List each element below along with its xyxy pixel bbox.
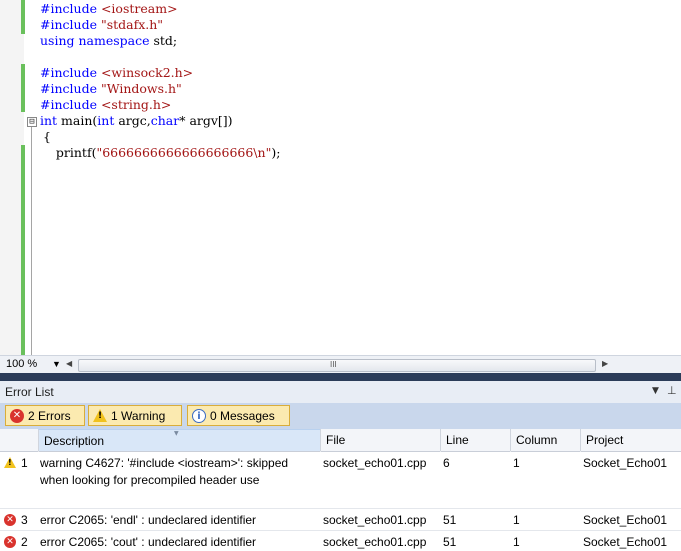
row-project: Socket_Echo01 [583, 513, 668, 527]
code-line[interactable]: int main(int argc,char* argv[]) [40, 113, 233, 129]
row-file: socket_echo01.cpp [323, 456, 427, 470]
code-token: std; [153, 33, 178, 48]
code-token: "stdafx.h" [100, 17, 164, 32]
code-line[interactable]: #include "Windows.h" [40, 81, 182, 97]
code-token: main( [61, 113, 98, 128]
row-file: socket_echo01.cpp [323, 513, 427, 527]
errors-filter-button[interactable]: ✕ 2 Errors [5, 405, 85, 426]
code-token: ); [271, 145, 281, 160]
pin-icon[interactable]: ⊥ [667, 384, 677, 397]
dropdown-arrow-icon: ▼ [52, 359, 61, 369]
info-icon: i [192, 409, 206, 423]
error-icon: ✕ [4, 536, 16, 548]
row-number: 1 [21, 456, 28, 470]
column-header-number[interactable] [0, 429, 38, 451]
row-number: 3 [21, 513, 28, 527]
code-token: * argv[]) [179, 113, 233, 128]
row-number: 2 [21, 535, 28, 549]
code-token: argc, [118, 113, 151, 128]
code-token: #include [40, 65, 101, 80]
row-file: socket_echo01.cpp [323, 535, 427, 549]
code-token: int [97, 113, 119, 128]
horizontal-scrollbar[interactable] [78, 359, 596, 372]
code-token: char [150, 113, 180, 128]
code-token: <string.h> [100, 97, 172, 112]
code-token: using namespace [40, 33, 154, 48]
dropdown-arrow-icon[interactable]: ▼ [652, 386, 659, 396]
code-line[interactable]: #include "stdafx.h" [40, 17, 163, 33]
scrollbar-grip[interactable]: III [330, 361, 337, 369]
row-column: 1 [513, 535, 520, 549]
code-token: printf( [40, 145, 97, 160]
column-header-line[interactable]: Line [440, 429, 510, 451]
code-token: int [40, 113, 62, 128]
errors-filter-label: 2 Errors [28, 409, 71, 423]
code-line[interactable]: printf("6666666666666666666\n"); [40, 145, 281, 161]
row-line: 51 [443, 535, 457, 549]
warning-icon: ! [4, 457, 16, 469]
code-token: "6666666666666666666\n" [96, 145, 272, 160]
warnings-filter-label: 1 Warning [111, 409, 166, 423]
error-list-titlebar: Error List ▼ ⊥ [0, 381, 681, 404]
code-token: { [43, 129, 51, 144]
code-token: #include [40, 1, 101, 16]
scroll-right-arrow-icon[interactable]: ▶ [602, 359, 608, 368]
error-filter-toolbar: ✕ 2 Errors ! 1 Warning i 0 Messages [0, 403, 681, 429]
code-token: "Windows.h" [100, 81, 182, 96]
row-line: 6 [443, 456, 450, 470]
column-header-description[interactable]: Description [38, 429, 320, 451]
code-line[interactable]: #include <winsock2.h> [40, 65, 193, 81]
row-description: error C2065: 'endl' : undeclared identif… [40, 513, 257, 527]
code-line[interactable]: { [43, 129, 51, 145]
zoom-level: 100 % [6, 358, 38, 370]
row-description: warning C4627: '#include <iostream>': sk… [40, 456, 289, 487]
code-line[interactable]: using namespace std; [40, 33, 177, 49]
change-indicator-bar [21, 64, 25, 112]
error-icon: ✕ [4, 514, 16, 526]
fold-guide-line [31, 127, 32, 355]
row-line: 51 [443, 513, 457, 527]
change-indicator-bar [21, 145, 25, 355]
code-token: #include [40, 97, 101, 112]
code-token: <winsock2.h> [100, 65, 194, 80]
code-line[interactable]: #include <string.h> [40, 97, 171, 113]
warnings-filter-button[interactable]: ! 1 Warning [88, 405, 182, 426]
change-indicator-bar [21, 0, 25, 34]
error-list-row[interactable]: ✕ 3 error C2065: 'endl' : undeclared ide… [0, 509, 681, 531]
error-list-row[interactable]: ✕ 2 error C2065: 'cout' : undeclared ide… [0, 531, 681, 551]
column-header-project[interactable]: Project [580, 429, 681, 451]
zoom-dropdown[interactable]: 100 % ▼ [2, 356, 62, 373]
panel-title: Error List [5, 385, 54, 399]
code-token: <iostream> [100, 1, 178, 16]
panel-splitter[interactable] [0, 373, 681, 381]
row-project: Socket_Echo01 [583, 535, 668, 549]
sort-indicator-icon: ▼ [174, 430, 179, 437]
column-header-file[interactable]: File [320, 429, 440, 451]
row-column: 1 [513, 456, 520, 470]
row-column: 1 [513, 513, 520, 527]
editor-status-row: 100 % ▼ ◀ III ▶ [0, 355, 681, 374]
error-list-header: Description File Line Column Project [0, 429, 681, 452]
warning-icon: ! [93, 409, 107, 423]
code-line[interactable]: #include <iostream> [40, 1, 178, 17]
row-description: error C2065: 'cout' : undeclared identif… [40, 535, 257, 549]
collapse-icon[interactable]: ⊟ [27, 117, 37, 127]
row-project: Socket_Echo01 [583, 456, 668, 470]
code-editor[interactable]: ⊟ #include <iostream> #include "stdafx.h"… [0, 0, 681, 355]
messages-filter-label: 0 Messages [210, 409, 275, 423]
error-list-row[interactable]: ! 1 warning C4627: '#include <iostream>'… [0, 452, 681, 509]
scroll-left-arrow-icon[interactable]: ◀ [66, 359, 72, 368]
code-token: #include [40, 81, 101, 96]
error-icon: ✕ [10, 409, 24, 423]
messages-filter-button[interactable]: i 0 Messages [187, 405, 290, 426]
column-header-column[interactable]: Column [510, 429, 580, 451]
code-token: #include [40, 17, 101, 32]
